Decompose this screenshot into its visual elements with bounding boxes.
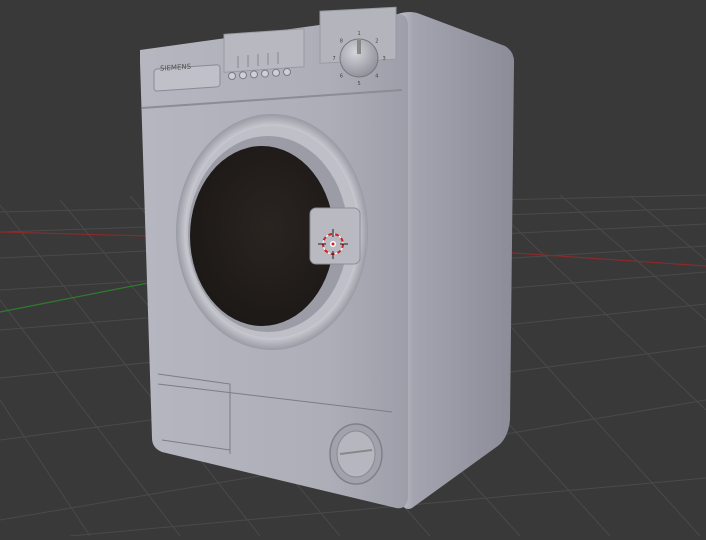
- control-button[interactable]: [239, 71, 247, 80]
- dial-indicator: [357, 40, 361, 54]
- dial-label: 7: [333, 56, 336, 62]
- door-handle[interactable]: [309, 207, 361, 265]
- control-button[interactable]: [228, 72, 236, 80]
- control-button[interactable]: [261, 69, 269, 78]
- dial-label: 1: [358, 31, 361, 37]
- control-button[interactable]: [272, 68, 280, 77]
- washing-machine-model[interactable]: SIEMENS 12345678: [140, 6, 515, 509]
- dial-label: 5: [358, 81, 361, 87]
- dial-label: 8: [340, 38, 343, 44]
- control-button[interactable]: [250, 70, 258, 79]
- dial-label: 6: [340, 74, 343, 80]
- dial-label: 4: [375, 74, 378, 80]
- dial-label: 3: [383, 56, 386, 62]
- filter-cap[interactable]: [329, 423, 383, 485]
- dial-label: 2: [375, 38, 378, 44]
- control-button[interactable]: [283, 68, 291, 76]
- washer-door[interactable]: [176, 114, 368, 350]
- washer-side-panel: [396, 12, 515, 509]
- 3d-viewport[interactable]: SIEMENS 12345678: [0, 0, 706, 537]
